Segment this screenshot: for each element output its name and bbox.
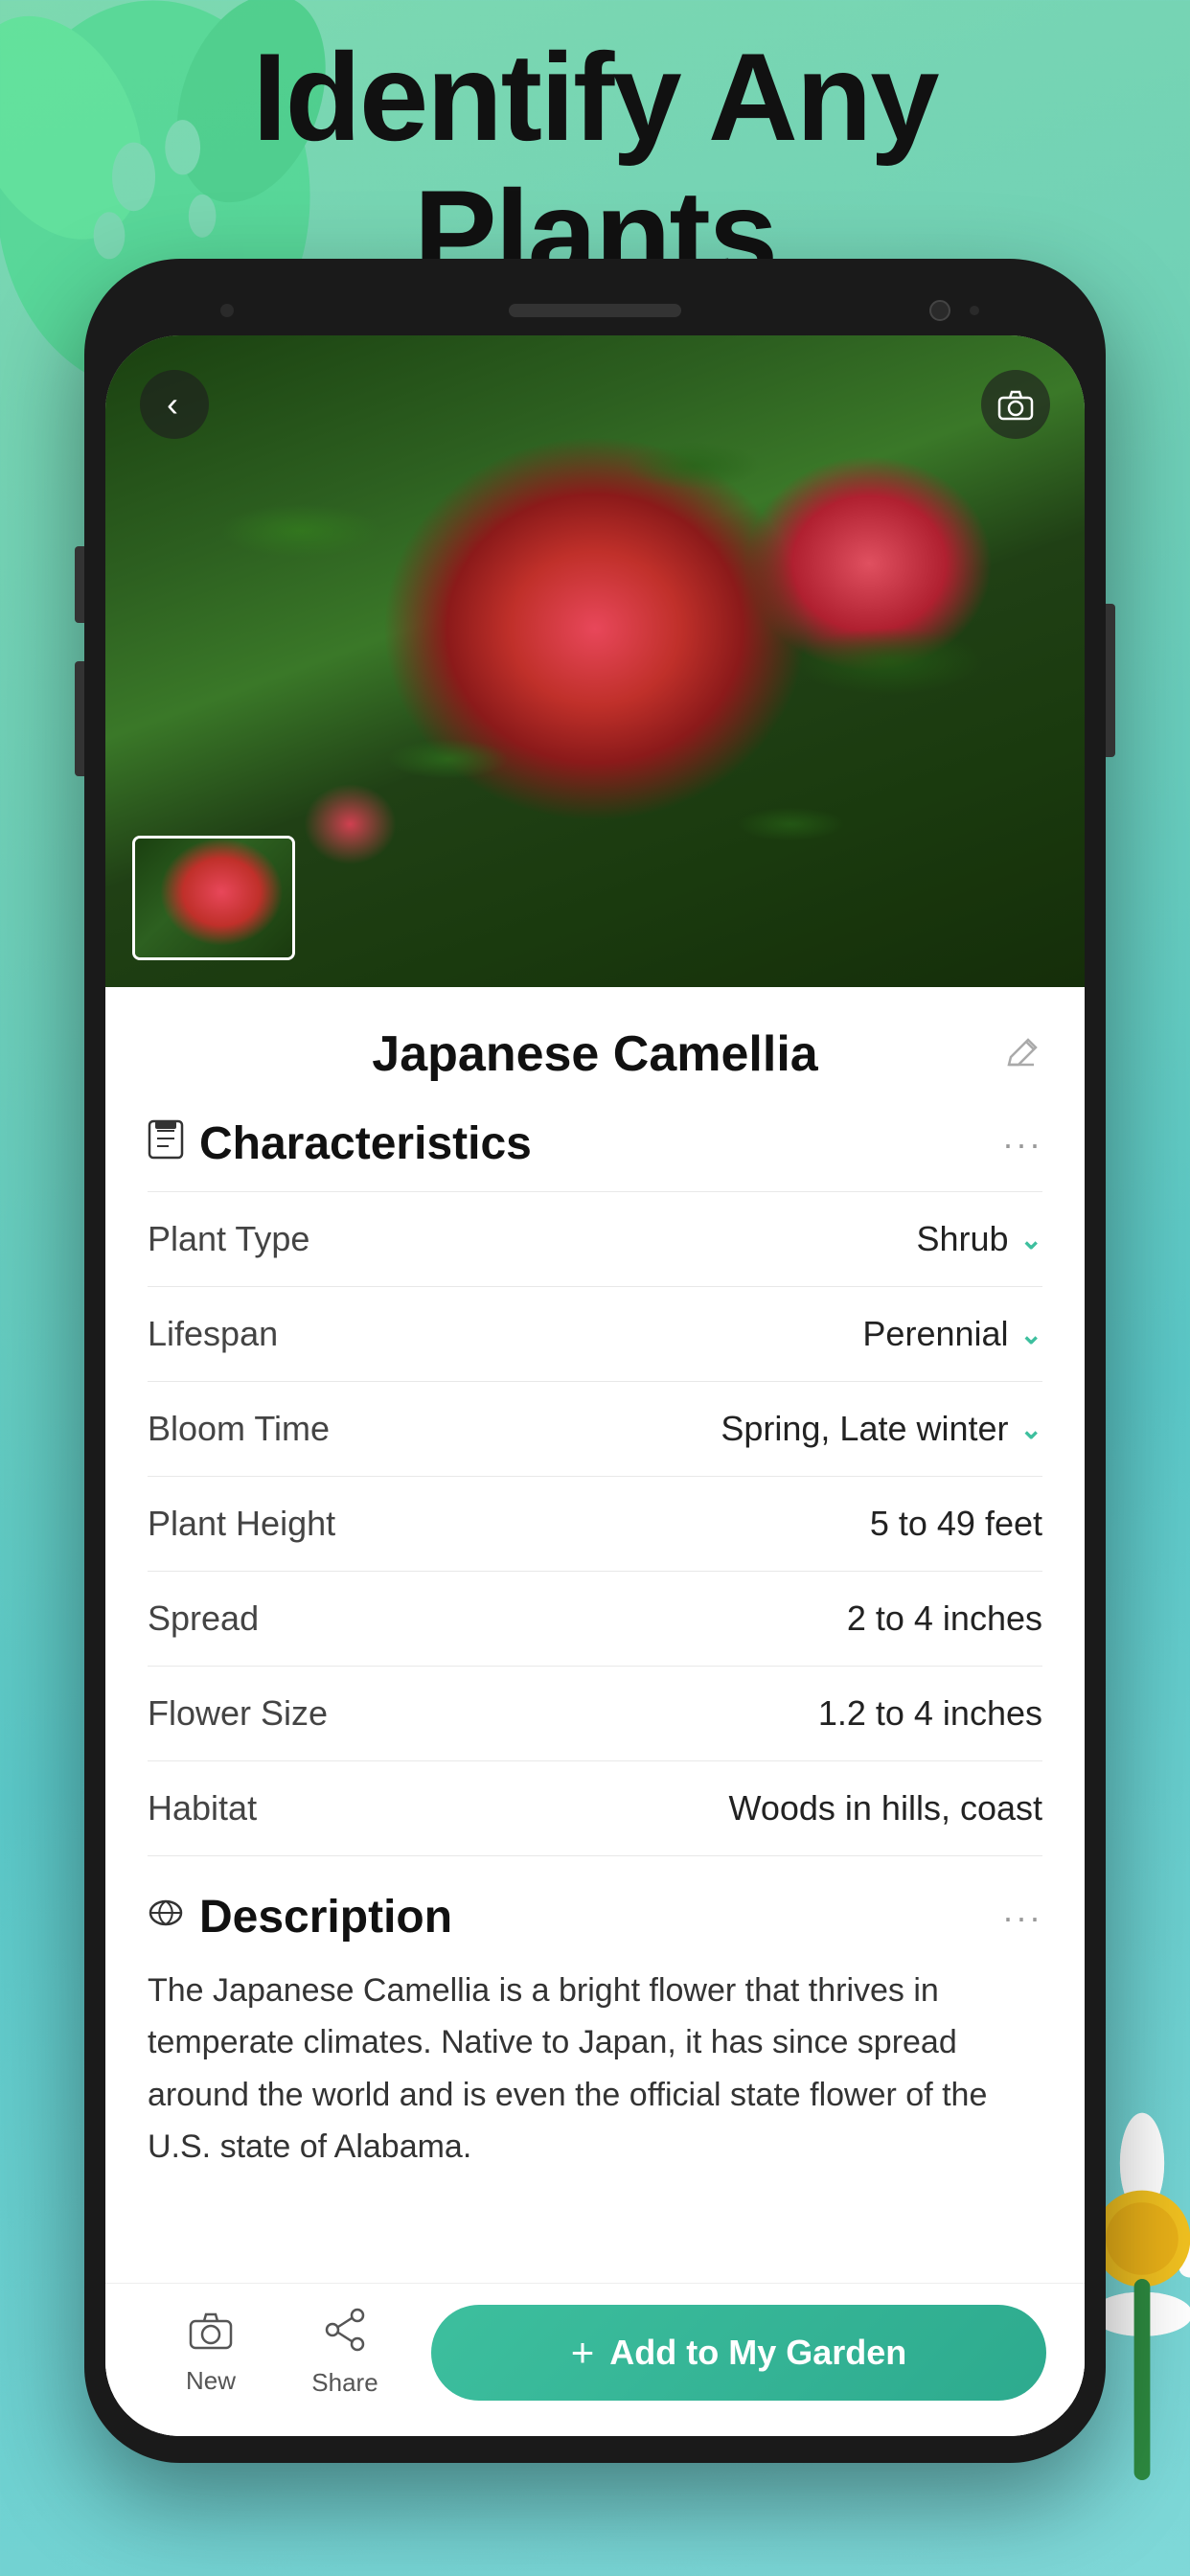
char-value-row-plant-height: 5 to 49 feet	[870, 1504, 1042, 1544]
char-label-habitat: Habitat	[148, 1788, 257, 1828]
char-value-plant-type: Shrub	[916, 1219, 1008, 1259]
add-garden-label: Add to My Garden	[609, 2333, 906, 2373]
char-label-lifespan: Lifespan	[148, 1314, 278, 1354]
characteristics-more-button[interactable]: ···	[1002, 1124, 1042, 1164]
characteristics-icon	[148, 1119, 184, 1169]
description-section-header: Description ···	[148, 1891, 1042, 1944]
share-label: Share	[311, 2368, 378, 2398]
char-value-row-plant-type[interactable]: Shrub ⌄	[916, 1219, 1042, 1259]
char-label-plant-height: Plant Height	[148, 1504, 335, 1544]
char-label-bloom-time: Bloom Time	[148, 1409, 330, 1449]
plant-name-row: Japanese Camellia	[148, 1025, 1042, 1083]
description-title: Description	[199, 1891, 452, 1944]
description-title-row: Description	[148, 1891, 452, 1944]
table-row: Lifespan Perennial ⌄	[148, 1287, 1042, 1382]
phone-button-volume-down	[75, 661, 84, 776]
phone-frame: ‹ Japanese Camellia	[84, 259, 1106, 2463]
nav-share-button[interactable]: Share	[278, 2308, 412, 2398]
add-to-garden-button[interactable]: + Add to My Garden	[431, 2305, 1046, 2401]
char-value-habitat: Woods in hills, coast	[729, 1788, 1042, 1828]
char-value-row-spread: 2 to 4 inches	[847, 1598, 1042, 1639]
description-more-button[interactable]: ···	[1002, 1898, 1042, 1938]
new-camera-icon	[189, 2310, 233, 2360]
table-row: Plant Height 5 to 49 feet	[148, 1477, 1042, 1572]
table-row: Bloom Time Spring, Late winter ⌄	[148, 1382, 1042, 1477]
char-label-plant-type: Plant Type	[148, 1219, 309, 1259]
phone-notch	[105, 286, 1085, 335]
characteristics-table: Plant Type Shrub ⌄ Lifespan Perennial ⌄ …	[148, 1191, 1042, 1856]
char-value-plant-height: 5 to 49 feet	[870, 1504, 1042, 1544]
plant-thumbnail[interactable]	[132, 836, 295, 960]
back-button[interactable]: ‹	[140, 370, 209, 439]
phone-screen: ‹ Japanese Camellia	[105, 335, 1085, 2436]
chevron-plant-type: ⌄	[1020, 1224, 1042, 1255]
char-value-row-lifespan[interactable]: Perennial ⌄	[862, 1314, 1042, 1354]
add-plus-icon: +	[571, 2330, 595, 2376]
char-label-flower-size: Flower Size	[148, 1693, 328, 1734]
table-row: Flower Size 1.2 to 4 inches	[148, 1667, 1042, 1761]
camera-icon	[997, 388, 1034, 421]
char-value-flower-size: 1.2 to 4 inches	[818, 1693, 1042, 1734]
char-value-bloom-time: Spring, Late winter	[721, 1409, 1008, 1449]
notch-dot	[220, 304, 234, 317]
description-section: Description ··· The Japanese Camellia is…	[148, 1891, 1042, 2212]
char-value-row-habitat: Woods in hills, coast	[729, 1788, 1042, 1828]
description-text: The Japanese Camellia is a bright flower…	[148, 1965, 1042, 2212]
char-label-spread: Spread	[148, 1598, 259, 1639]
edit-button[interactable]	[1000, 1033, 1042, 1075]
info-panel: Japanese Camellia	[105, 987, 1085, 2436]
nav-new-button[interactable]: New	[144, 2310, 278, 2396]
chevron-lifespan: ⌄	[1020, 1319, 1042, 1350]
char-value-row-flower-size: 1.2 to 4 inches	[818, 1693, 1042, 1734]
bottom-bar: New Share +	[105, 2283, 1085, 2436]
phone-button-volume-up	[75, 546, 84, 623]
notch-camera	[929, 300, 950, 321]
table-row: Plant Type Shrub ⌄	[148, 1192, 1042, 1287]
plant-name: Japanese Camellia	[190, 1025, 1000, 1083]
notch-dot-right	[970, 306, 979, 315]
thumbnail-image	[135, 839, 292, 957]
share-icon	[325, 2308, 365, 2362]
char-value-spread: 2 to 4 inches	[847, 1598, 1042, 1639]
table-row: Spread 2 to 4 inches	[148, 1572, 1042, 1667]
chevron-bloom-time: ⌄	[1020, 1414, 1042, 1445]
table-row: Habitat Woods in hills, coast	[148, 1761, 1042, 1856]
characteristics-section-header: Characteristics ···	[148, 1117, 1042, 1170]
characteristics-title-row: Characteristics	[148, 1117, 532, 1170]
description-icon	[148, 1895, 184, 1941]
char-value-row-bloom-time[interactable]: Spring, Late winter ⌄	[721, 1409, 1042, 1449]
characteristics-title: Characteristics	[199, 1117, 532, 1170]
back-arrow-icon: ‹	[167, 387, 178, 422]
notch-speaker	[509, 304, 681, 317]
char-value-lifespan: Perennial	[862, 1314, 1008, 1354]
phone-button-power	[1106, 604, 1115, 757]
plant-image: ‹	[105, 335, 1085, 987]
camera-button[interactable]	[981, 370, 1050, 439]
new-label: New	[186, 2366, 236, 2396]
